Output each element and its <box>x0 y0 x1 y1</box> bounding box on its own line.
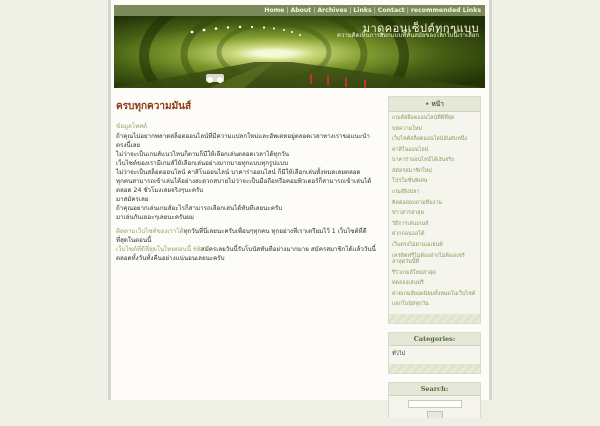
sidebar-page-link[interactable]: บทความใหม่ <box>392 126 422 132</box>
post-footer-link[interactable]: ติดตามเว็บไซต์ของเราได้ <box>116 228 183 235</box>
search-button[interactable] <box>426 410 443 418</box>
nav-recommended-links[interactable]: recommended Links <box>411 7 481 14</box>
sidebar-page-item: โปรโมชั่นพิเศษ <box>392 178 477 184</box>
post-title[interactable]: ครบทุกความมันส์ <box>116 100 378 115</box>
sidebar-page-item: บทความใหม่ <box>392 126 477 132</box>
sidebar-page-link[interactable]: เกมส์สล็อตออนไลน์ที่ดีที่สุด <box>392 115 455 121</box>
nav-contact[interactable]: Contact <box>378 7 405 14</box>
main-content: ครบทุกความมันส์ ข้อมูลโพสต์ ถ้าคุณไม่อยา… <box>116 100 378 264</box>
post-meta: ข้อมูลโพสต์ <box>116 122 148 130</box>
sidebar-page-item: รีวิวเกมส์ใหม่ล่าสุด <box>392 270 477 276</box>
nav-separator: | <box>349 7 352 14</box>
sidebar-page-item: คาสิโนออนไลน์ <box>392 147 477 153</box>
widget-footer-pattern <box>389 363 480 373</box>
sidebar-page-item: เครดิตฟรีไม่ต้องฝากไม่ต้องแชร์ล่าสุดวันน… <box>392 253 477 266</box>
nav-home[interactable]: Home <box>264 7 284 14</box>
categories-heading: Categories: <box>389 332 480 346</box>
search-input[interactable] <box>407 399 462 408</box>
search-heading: Search: <box>389 382 480 396</box>
post-footer-line: ติดตามเว็บไซต์ของเราได้ทุกวันที่นี่เลยนะ… <box>116 228 378 246</box>
nav-separator: | <box>373 7 376 14</box>
top-navigation: Home | About | Archives | Links | Contac… <box>114 5 485 16</box>
sidebar-page-item: เว็บไซต์สล็อตออนไลน์อันดับหนึ่ง <box>392 136 477 142</box>
sidebar-page-item: เว็บตรงไม่ผ่านเอเย่นต์ <box>392 242 477 248</box>
sidebar-page-link[interactable]: ข่าวสารล่าสุด <box>392 210 424 216</box>
post-paragraph: ทุกคนสามารถเข้าเล่นได้อย่างสะดวกสบายไม่ว… <box>116 178 372 195</box>
sidebar-page-item: ฝากถอนออโต้ <box>392 231 477 237</box>
nav-separator: | <box>286 7 289 14</box>
category-item[interactable]: ทั่วไป <box>389 346 480 364</box>
sidebar-page-link[interactable]: สมัครสมาชิกใหม่ <box>392 168 432 174</box>
sidebar-page-item: วิธีการเล่นเกมส์ <box>392 221 477 227</box>
nav-separator: | <box>406 7 409 14</box>
post-footer-link[interactable]: เว็บไซต์ที่ดีที่สุดในไทยตอนนี้ 68 <box>116 246 201 253</box>
sidebar-page-item: ทดลองเล่นฟรี <box>392 280 477 286</box>
header-banner: มาดูคอนเซ็ปต์ทุกๆแบบ ความคิดเห็นการออกแบ… <box>114 16 485 88</box>
nav-separator: | <box>313 7 316 14</box>
sidebar-page-link[interactable]: รีวิวเกมส์ใหม่ล่าสุด <box>392 270 436 276</box>
sidebar-page-link[interactable]: ทดลองเล่นฟรี <box>392 280 424 286</box>
sidebar-page-link[interactable]: โปรโมชั่นพิเศษ <box>392 178 427 184</box>
post-paragraph: มาเล่นกันเยอะๆเลยนะครับผม <box>116 214 194 222</box>
sidebar-page-link[interactable]: ค่ายเกมส์ยอดนิยมทั้งหมดในเว็บไซต์ <box>392 291 475 297</box>
sidebar-page-item: เกมส์สล็อตออนไลน์ที่ดีที่สุด <box>392 115 477 121</box>
sidebar-page-item: แจกโบนัสทุกวัน <box>392 301 477 307</box>
sidebar: • หน้า เกมส์สล็อตออนไลน์ที่ดีที่สุดบทควา… <box>388 96 481 426</box>
sidebar-page-link[interactable]: บาคาร่าออนไลน์ได้เงินจริง <box>392 157 454 163</box>
sidebar-page-link[interactable]: เกมส์ยิงปลา <box>392 189 420 195</box>
sidebar-page-link[interactable]: เว็บตรงไม่ผ่านเอเย่นต์ <box>392 242 443 248</box>
sidebar-page-link[interactable]: แจกโบนัสทุกวัน <box>392 301 429 307</box>
sidebar-page-link[interactable]: ฝากถอนออโต้ <box>392 231 425 237</box>
categories-widget: Categories: ทั่วไป <box>388 331 481 374</box>
sidebar-page-link[interactable]: คาสิโนออนไลน์ <box>392 147 428 153</box>
sidebar-page-link[interactable]: เว็บไซต์สล็อตออนไลน์อันดับหนึ่ง <box>392 136 467 142</box>
sidebar-page-link[interactable]: เครดิตฟรีไม่ต้องฝากไม่ต้องแชร์ล่าสุดวันน… <box>392 253 465 265</box>
pages-heading: • หน้า <box>389 97 480 112</box>
site-description: ความคิดเห็นการออกแบบที่ทันสมัยของโลกใบนี… <box>336 32 479 39</box>
widget-footer-pattern <box>389 313 480 323</box>
sidebar-page-link[interactable]: ติดต่อสอบถามทีมงาน <box>392 200 442 206</box>
sidebar-page-item: ค่ายเกมส์ยอดนิยมทั้งหมดในเว็บไซต์ <box>392 291 477 297</box>
sidebar-page-link[interactable]: วิธีการเล่นเกมส์ <box>392 221 428 227</box>
nav-about[interactable]: About <box>290 7 311 14</box>
sidebar-page-item: ข่าวสารล่าสุด <box>392 210 477 216</box>
sidebar-page-item: สมัครสมาชิกใหม่ <box>392 168 477 174</box>
nav-archives[interactable]: Archives <box>317 7 347 14</box>
sidebar-page-item: บาคาร่าออนไลน์ได้เงินจริง <box>392 157 477 163</box>
pages-list: เกมส์สล็อตออนไลน์ที่ดีที่สุดบทความใหม่เว… <box>389 112 480 314</box>
pages-widget: • หน้า เกมส์สล็อตออนไลน์ที่ดีที่สุดบทควา… <box>388 96 481 324</box>
post-paragraph: มาสมัครเลย <box>116 196 149 204</box>
post-footer-line: เว็บไซต์ที่ดีที่สุดในไทยตอนนี้ 68สมัครเล… <box>116 246 378 264</box>
post-paragraph: ถ้าคุณไม่อยากพลาดสล็อตออนไลน์ที่มีความแป… <box>116 133 370 150</box>
nav-links[interactable]: Links <box>353 7 371 14</box>
post-paragraph: ถ้าคุณอยากเล่นเกมส์อะไรก็สามารถเลือกเล่น… <box>116 205 283 213</box>
sidebar-page-item: ติดต่อสอบถามทีมงาน <box>392 200 477 206</box>
sidebar-page-item: เกมส์ยิงปลา <box>392 189 477 195</box>
